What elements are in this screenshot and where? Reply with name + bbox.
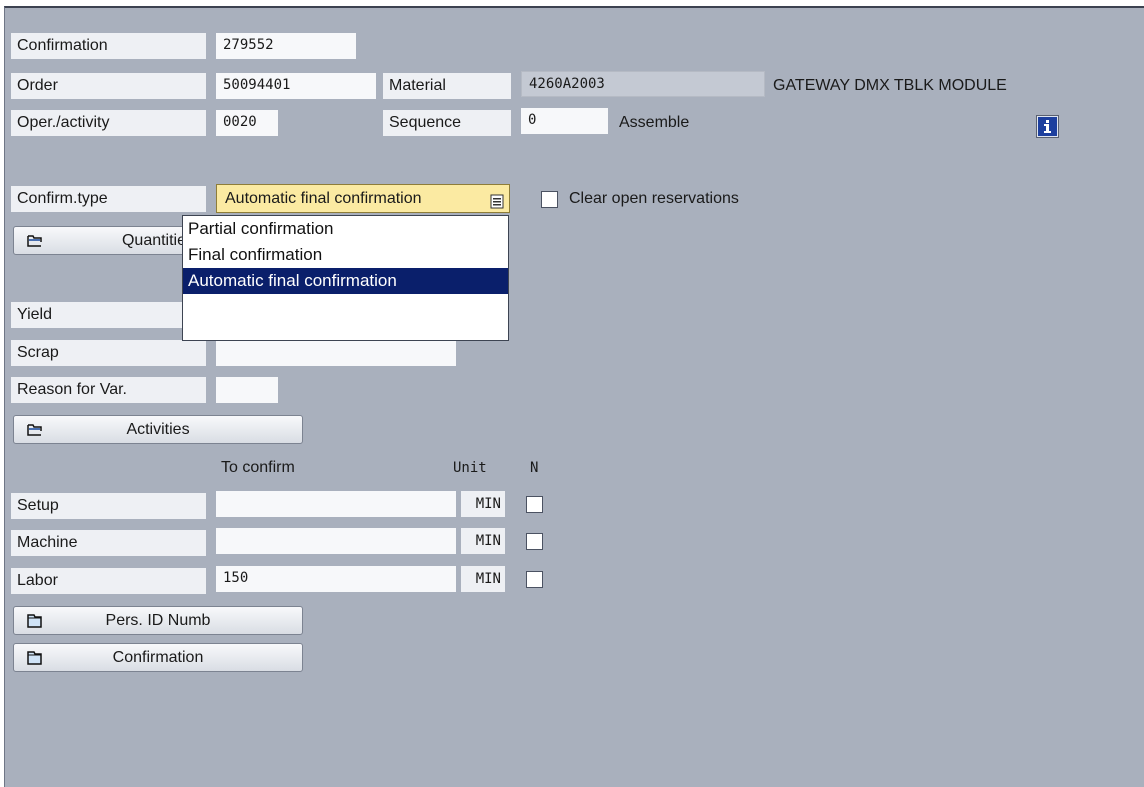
confirmation-button[interactable]: Confirmation xyxy=(13,643,303,672)
option-partial-confirmation[interactable]: Partial confirmation xyxy=(183,216,508,242)
confirm-type-popup: Partial confirmation Final confirmation … xyxy=(182,215,509,341)
machine-field[interactable] xyxy=(216,528,456,554)
dropdown-list-icon[interactable] xyxy=(490,191,504,209)
operation-description: Assemble xyxy=(619,114,690,131)
labor-n-checkbox[interactable] xyxy=(526,571,543,588)
material-label: Material xyxy=(383,73,511,99)
labor-field[interactable]: 150 xyxy=(216,566,456,592)
order-field[interactable]: 50094401 xyxy=(216,73,376,99)
sequence-label: Sequence xyxy=(383,110,511,136)
setup-label: Setup xyxy=(11,493,206,519)
n-header: N xyxy=(530,460,539,476)
sequence-field[interactable]: 0 xyxy=(521,108,608,134)
labor-label: Labor xyxy=(11,568,206,594)
activities-button-label: Activities xyxy=(126,421,190,438)
scrap-field[interactable] xyxy=(216,340,456,366)
pers-id-button-label: Pers. ID Numb xyxy=(105,612,211,629)
reason-variance-label: Reason for Var. xyxy=(11,377,206,403)
clear-reservations-checkbox[interactable] xyxy=(541,191,558,208)
option-final-confirmation[interactable]: Final confirmation xyxy=(183,242,508,268)
machine-n-checkbox[interactable] xyxy=(526,533,543,550)
scrap-label: Scrap xyxy=(11,340,206,366)
confirm-type-label: Confirm.type xyxy=(11,186,206,212)
order-label: Order xyxy=(11,73,206,99)
pers-id-button[interactable]: Pers. ID Numb xyxy=(13,606,303,635)
activities-button[interactable]: Activities xyxy=(13,415,303,444)
unit-header: Unit xyxy=(453,460,487,476)
reason-variance-field[interactable] xyxy=(216,377,278,403)
material-field[interactable]: 4260A2003 xyxy=(521,71,765,97)
to-confirm-header: To confirm xyxy=(221,459,295,476)
confirm-type-dropdown[interactable]: Automatic final confirmation xyxy=(216,184,510,213)
yield-label: Yield xyxy=(11,302,206,328)
confirm-type-selected: Automatic final confirmation xyxy=(225,190,422,207)
sap-screen: Confirmation 279552 Order 50094401 Mater… xyxy=(4,6,1144,787)
labor-unit: MIN xyxy=(461,566,505,592)
setup-n-checkbox[interactable] xyxy=(526,496,543,513)
confirmation-field[interactable]: 279552 xyxy=(216,33,356,59)
machine-unit: MIN xyxy=(461,528,505,554)
option-automatic-final-confirmation[interactable]: Automatic final confirmation xyxy=(183,268,508,294)
material-description: GATEWAY DMX TBLK MODULE xyxy=(773,77,1007,94)
confirmation-label: Confirmation xyxy=(11,33,206,59)
oper-activity-field[interactable]: 0020 xyxy=(216,110,278,136)
clear-reservations-label: Clear open reservations xyxy=(569,190,739,207)
setup-unit: MIN xyxy=(461,491,505,517)
oper-activity-label: Oper./activity xyxy=(11,110,206,136)
info-icon[interactable] xyxy=(1036,115,1059,138)
machine-label: Machine xyxy=(11,530,206,556)
setup-field[interactable] xyxy=(216,491,456,517)
confirmation-button-label: Confirmation xyxy=(112,649,204,666)
